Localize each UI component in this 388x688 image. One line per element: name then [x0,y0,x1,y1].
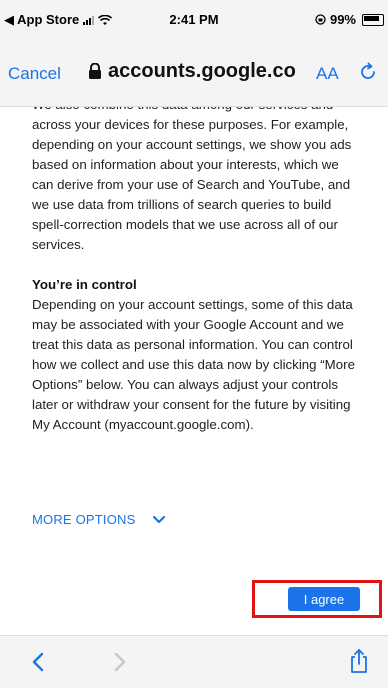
url-display[interactable]: accounts.google.co [88,60,318,83]
browser-nav-bar: Cancel accounts.google.co AA [0,40,388,107]
control-paragraph: Depending on your account settings, some… [32,297,355,432]
consent-content: We also combine this data among our serv… [0,107,388,635]
battery-percent: 99% [329,12,356,27]
status-right: 99% [315,12,384,27]
highlight-box: I agree [252,580,382,618]
orientation-lock-icon [315,14,326,25]
lock-icon [89,63,101,79]
browser-toolbar [0,635,388,688]
reload-icon[interactable] [358,62,378,82]
share-icon[interactable] [348,648,370,674]
back-arrow-icon[interactable] [30,652,46,672]
text-size-button[interactable]: AA [316,64,339,84]
control-heading: You’re in control [32,277,137,292]
url-text: accounts.google.co [108,60,296,82]
battery-icon [362,13,384,26]
more-options-label: MORE OPTIONS [32,512,136,527]
forward-arrow-icon[interactable] [112,652,128,672]
more-options-button[interactable]: MORE OPTIONS [32,512,166,527]
chevron-down-icon [152,515,165,524]
cancel-button[interactable]: Cancel [8,64,61,84]
status-bar: ◀ App Store 2:41 PM 99% [0,0,388,40]
intro-paragraph: We also combine this data among our serv… [32,107,352,252]
agree-button[interactable]: I agree [288,587,360,611]
